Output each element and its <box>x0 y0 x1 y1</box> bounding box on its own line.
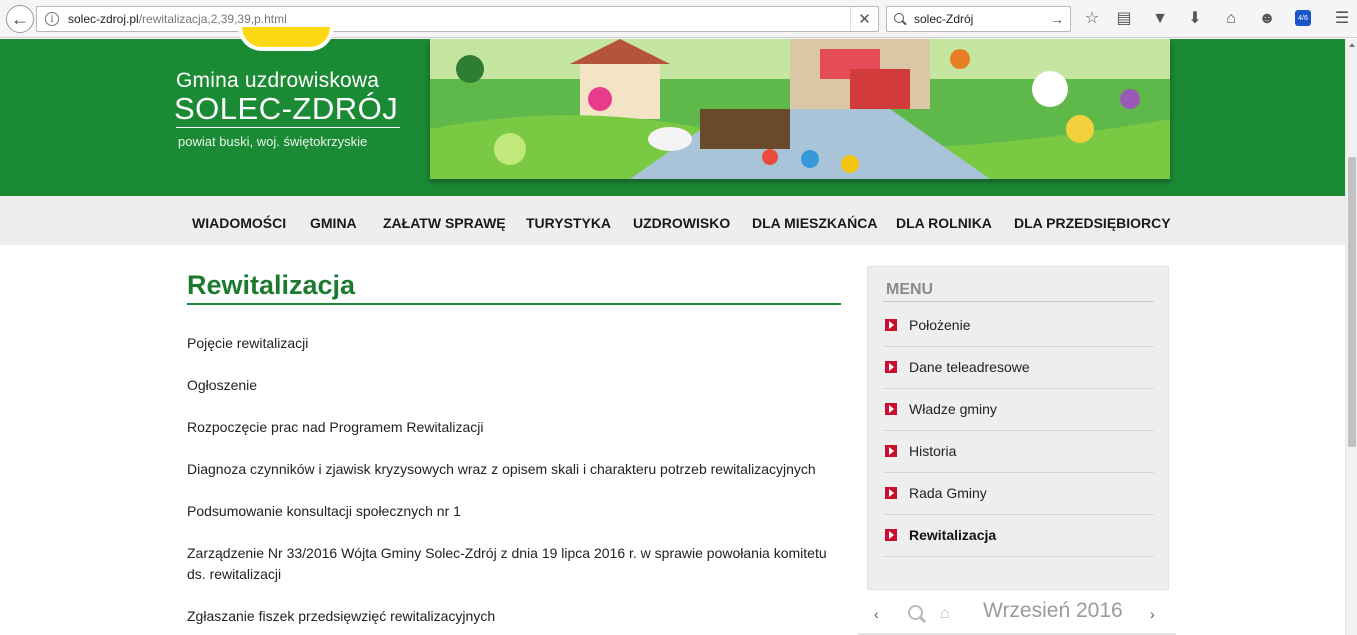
reader-icon[interactable]: ▤ <box>1114 9 1134 29</box>
search-bar[interactable]: solec-Zdrój → <box>886 6 1071 32</box>
brand-name[interactable]: SOLEC-ZDRÓJ <box>174 91 398 127</box>
chevron-right-icon <box>885 445 897 457</box>
scroll-up-icon[interactable] <box>1349 43 1355 47</box>
content-link-ogloszenie[interactable]: Ogłoszenie <box>187 375 837 396</box>
calendar-month: Wrzesień 2016 <box>983 599 1123 622</box>
sidebar-item-historia[interactable]: Historia <box>883 431 1154 473</box>
logo-icon[interactable] <box>238 27 334 51</box>
arrow-right-icon[interactable]: → <box>1050 11 1064 27</box>
brand-region: powiat buski, woj. świętokrzyskie <box>178 134 368 149</box>
sidebar-menu: MENU Położenie Dane teleadresowe Władze … <box>867 266 1169 590</box>
url-path: /rewitalizacja,2,39,39,p.html <box>138 12 287 26</box>
nav-item-wiadomosci[interactable]: WIADOMOŚCI <box>192 215 286 231</box>
face-icon[interactable]: ☻ <box>1257 9 1277 29</box>
chevron-right-icon <box>885 361 897 373</box>
zoom-icon[interactable] <box>908 605 926 623</box>
chevron-right-icon <box>885 319 897 331</box>
brand-subtitle: Gmina uzdrowiskowa <box>176 69 380 92</box>
nav-item-turystyka[interactable]: TURYSTYKA <box>526 215 611 231</box>
sidebar-item-label: Historia <box>909 443 957 459</box>
title-divider <box>187 303 841 305</box>
download-icon[interactable]: ⬇ <box>1185 9 1205 29</box>
sidebar-heading-divider <box>883 301 1154 302</box>
chevron-right-icon[interactable]: › <box>1150 606 1155 622</box>
back-arrow-icon[interactable]: ← <box>6 5 34 33</box>
site-header: Gmina uzdrowiskowa SOLEC-ZDRÓJ powiat bu… <box>0 27 1345 196</box>
sidebar-item-rada-gminy[interactable]: Rada Gminy <box>883 473 1154 515</box>
extension-badge[interactable]: 4/6 <box>1295 10 1311 26</box>
main-navigation: WIADOMOŚCI GMINA ZAŁATW SPRAWĘ TURYSTYKA… <box>0 196 1345 245</box>
sidebar-item-label: Rewitalizacja <box>909 527 997 543</box>
info-icon[interactable]: i <box>45 12 59 26</box>
content-link-zarzadzenie[interactable]: Zarządzenie Nr 33/2016 Wójta Gminy Solec… <box>187 543 832 585</box>
nav-item-dla-mieszkanca[interactable]: DLA MIESZKAŃCA <box>752 215 877 231</box>
search-input[interactable]: solec-Zdrój <box>914 12 973 26</box>
sidebar-item-label: Dane teleadresowe <box>909 359 1030 375</box>
chevron-right-icon <box>885 529 897 541</box>
calendar-header: ‹ ⌂ Wrzesień 2016 › <box>858 596 1176 635</box>
home-icon[interactable]: ⌂ <box>1221 9 1241 29</box>
address-bar[interactable]: i solec-zdroj.pl/rewitalizacja,2,39,39,p… <box>36 6 879 32</box>
page-scrollbar[interactable] <box>1345 39 1357 635</box>
content-link-podsumowanie[interactable]: Podsumowanie konsultacji społecznych nr … <box>187 501 837 522</box>
url-domain: solec-zdroj.pl <box>68 12 139 26</box>
star-icon[interactable]: ☆ <box>1082 9 1102 29</box>
sidebar-heading: MENU <box>886 281 934 298</box>
sidebar-item-dane-teleadresowe[interactable]: Dane teleadresowe <box>883 347 1154 389</box>
sidebar-item-label: Położenie <box>909 317 971 333</box>
header-banner-image <box>430 39 1170 179</box>
sidebar-item-label: Władze gminy <box>909 401 997 417</box>
nav-item-zalatw-sprawe[interactable]: ZAŁATW SPRAWĘ <box>383 215 506 231</box>
sidebar-item-label: Rada Gminy <box>909 485 987 501</box>
content-link-rozpoczecie[interactable]: Rozpoczęcie prac nad Programem Rewitaliz… <box>187 417 837 438</box>
search-icon <box>894 13 906 25</box>
browser-toolbar: ← i solec-zdroj.pl/rewitalizacja,2,39,39… <box>0 0 1357 38</box>
nav-item-gmina[interactable]: GMINA <box>310 215 357 231</box>
chevron-right-icon <box>885 403 897 415</box>
nav-item-uzdrowisko[interactable]: UZDROWISKO <box>633 215 730 231</box>
content-link-diagnoza[interactable]: Diagnoza czynników i zjawisk kryzysowych… <box>187 459 837 480</box>
sidebar-item-wladze-gminy[interactable]: Władze gminy <box>883 389 1154 431</box>
content-link-pojecie[interactable]: Pojęcie rewitalizacji <box>187 333 837 354</box>
chevron-left-icon[interactable]: ‹ <box>874 606 879 622</box>
sidebar-item-polozenie[interactable]: Położenie <box>883 305 1154 347</box>
content-link-zglaszanie[interactable]: Zgłaszanie fiszek przedsięwzięć rewitali… <box>187 606 837 627</box>
nav-item-dla-przedsiebiorcy[interactable]: DLA PRZEDSIĘBIORCY <box>1014 215 1171 231</box>
scrollbar-thumb[interactable] <box>1348 157 1356 447</box>
chevron-right-icon <box>885 487 897 499</box>
pocket-icon[interactable]: ▼ <box>1150 9 1170 29</box>
nav-item-dla-rolnika[interactable]: DLA ROLNIKA <box>896 215 992 231</box>
sidebar-item-rewitalizacja[interactable]: Rewitalizacja <box>883 515 1154 557</box>
brand-divider <box>176 127 400 128</box>
close-icon[interactable]: ✕ <box>850 7 878 31</box>
page-title: Rewitalizacja <box>187 270 356 300</box>
url-text[interactable]: solec-zdroj.pl/rewitalizacja,2,39,39,p.h… <box>68 12 287 26</box>
banner-illustration <box>430 39 1170 179</box>
home-icon[interactable]: ⌂ <box>940 605 950 623</box>
menu-icon[interactable]: ☰ <box>1332 9 1352 29</box>
